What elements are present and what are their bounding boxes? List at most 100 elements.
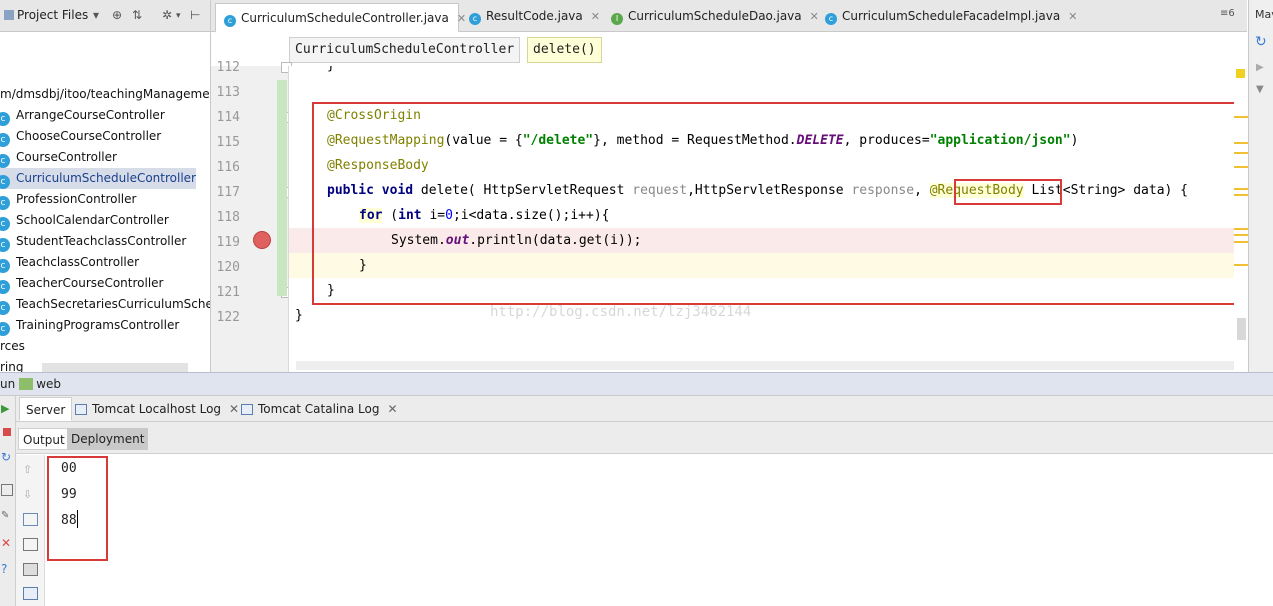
close-icon[interactable]: ✕ <box>387 402 397 416</box>
gear-icon[interactable]: ✲ <box>162 8 172 22</box>
tree-item[interactable]: c ArrangeCourseController <box>0 105 210 126</box>
scroll-to-end-icon[interactable] <box>23 538 38 551</box>
line-number: 122 <box>216 310 240 325</box>
project-panel-header: Project Files ▾ ⊕ ⇅ ✲ ▾ ⊢ <box>0 0 211 32</box>
tree-item[interactable]: c TeacherCourseController <box>0 273 210 294</box>
arrow-down-icon[interactable]: ⇩ <box>23 488 38 501</box>
run-config-name[interactable]: web <box>36 377 61 391</box>
stripe-marker[interactable] <box>1234 228 1248 230</box>
print-icon[interactable] <box>23 563 38 576</box>
class-icon: c <box>0 259 10 273</box>
chevron-down-icon[interactable]: ▼ <box>1256 84 1264 95</box>
close-icon[interactable]: ✕ <box>591 10 600 23</box>
vcs-change-marker[interactable] <box>277 80 287 296</box>
stripe-marker[interactable] <box>1234 264 1248 266</box>
tab-curriculum-schedule-facade-impl[interactable]: c CurriculumScheduleFacadeImpl.java ✕ <box>817 4 1077 28</box>
chevron-down-icon[interactable]: ▾ <box>93 8 99 22</box>
stripe-marker[interactable] <box>1234 166 1248 168</box>
hide-panel-icon[interactable]: ⊢ <box>190 8 200 22</box>
code-line-122: } <box>295 308 303 323</box>
tree-item[interactable]: c TeachSecretariesCurriculumSche <box>0 294 210 315</box>
gear-dropdown-icon[interactable]: ▾ <box>176 11 181 21</box>
line-number: 115 <box>216 135 240 150</box>
class-icon: c <box>0 196 10 210</box>
highlight-annotation-box <box>312 102 1242 305</box>
arrow-up-icon[interactable]: ⇧ <box>23 463 38 476</box>
breadcrumb-class[interactable]: CurriculumScheduleController <box>289 37 521 63</box>
tomcat-icon <box>19 378 34 390</box>
deploy-icon[interactable]: ✎ <box>1 510 13 522</box>
interface-icon: I <box>611 13 623 25</box>
tree-item[interactable]: c TeachclassController <box>0 252 210 273</box>
trash-icon[interactable] <box>23 587 38 600</box>
breadcrumb: CurriculumScheduleController delete() <box>211 33 1247 66</box>
class-icon: c <box>0 238 10 252</box>
tree-package-path[interactable]: m/dmsdbj/itoo/teachingManageme <box>0 84 210 105</box>
highlight-output-box <box>47 456 108 561</box>
collapse-icon[interactable]: ⇅ <box>132 8 142 22</box>
soft-wrap-icon[interactable] <box>23 513 38 526</box>
line-number: 116 <box>216 160 240 175</box>
tab-result-code[interactable]: c ResultCode.java ✕ <box>461 4 601 28</box>
tab-server[interactable]: Server <box>19 397 73 421</box>
class-icon: c <box>0 217 10 231</box>
project-panel-title: Project Files <box>17 8 89 22</box>
tab-deployment[interactable]: Deployment <box>67 428 149 450</box>
run-title-label: un <box>0 377 16 391</box>
tab-curriculum-schedule-dao[interactable]: I CurriculumScheduleDao.java ✕ <box>603 4 819 28</box>
class-icon: c <box>825 13 837 25</box>
tree-item-selected[interactable]: c CurriculumScheduleController <box>0 168 196 189</box>
line-number: 113 <box>216 85 240 100</box>
tree-item[interactable]: c CourseController <box>0 147 210 168</box>
help-icon[interactable]: ? <box>1 562 13 576</box>
breakpoint-icon[interactable] <box>253 231 271 249</box>
line-number: 117 <box>216 185 240 200</box>
log-icon <box>241 404 253 415</box>
right-tool-strip: Mav ↻ ▶ ▼ <box>1248 0 1273 372</box>
line-number: 118 <box>216 210 240 225</box>
tree-item[interactable]: c TrainingProgramsController <box>0 315 210 336</box>
tree-item[interactable]: c ChooseCourseController <box>0 126 210 147</box>
update-icon[interactable]: ↻ <box>1 450 13 464</box>
stripe-marker[interactable] <box>1234 116 1248 118</box>
tab-output[interactable]: Output <box>18 428 70 450</box>
inspection-status-icon[interactable] <box>1236 69 1245 78</box>
tab-overflow-button[interactable]: ≡6 <box>1220 8 1235 19</box>
rerun-icon[interactable]: ▶ <box>1 402 13 415</box>
line-number: 119 <box>216 235 240 250</box>
locate-icon[interactable]: ⊕ <box>112 8 122 22</box>
close-icon[interactable]: ✕ <box>1068 10 1077 23</box>
stop-icon[interactable] <box>3 428 11 436</box>
play-icon[interactable]: ▶ <box>1256 62 1264 73</box>
editor-tab-bar: c CurriculumScheduleController.java ✕ c Res… <box>211 0 1247 33</box>
breadcrumb-method[interactable]: delete() <box>527 37 602 63</box>
run-tab-bar: Server Tomcat Localhost Log ✕ Tomcat Cata… <box>16 396 1273 422</box>
tree-folder-resources[interactable]: rces <box>0 336 25 357</box>
tree-item[interactable]: c SchoolCalendarController <box>0 210 210 231</box>
maven-tool-window[interactable]: Mav <box>1255 8 1273 21</box>
layout-icon[interactable] <box>1 484 13 496</box>
tree-horizontal-scrollbar[interactable] <box>42 363 188 372</box>
tab-curriculum-schedule-controller[interactable]: c CurriculumScheduleController.java ✕ <box>215 3 466 33</box>
tree-folder-spring[interactable]: ring <box>0 357 24 372</box>
stripe-marker[interactable] <box>1234 188 1248 190</box>
class-icon: c <box>0 175 10 189</box>
tree-item[interactable]: c StudentTeachclassController <box>0 231 210 252</box>
close-icon[interactable]: ✕ <box>1 536 13 550</box>
class-icon: c <box>0 133 10 147</box>
editor-vertical-scroll-thumb[interactable] <box>1237 318 1246 340</box>
editor-horizontal-scrollbar[interactable] <box>296 361 1246 370</box>
stripe-marker[interactable] <box>1234 142 1248 144</box>
stripe-marker[interactable] <box>1234 194 1248 196</box>
console-toolbar: ⇧ ⇩ <box>16 455 45 606</box>
project-view-selector[interactable]: Project Files <box>4 8 88 22</box>
stripe-marker[interactable] <box>1234 152 1248 154</box>
stripe-marker[interactable] <box>1234 234 1248 236</box>
tab-tomcat-catalina-log[interactable]: Tomcat Catalina Log ✕ <box>235 397 404 421</box>
stripe-marker[interactable] <box>1234 241 1248 243</box>
tree-item[interactable]: c ProfessionController <box>0 189 210 210</box>
tab-tomcat-localhost-log[interactable]: Tomcat Localhost Log ✕ <box>69 397 245 421</box>
console-output[interactable]: 00 99 88 <box>46 455 1273 606</box>
refresh-icon[interactable]: ↻ <box>1255 34 1267 50</box>
